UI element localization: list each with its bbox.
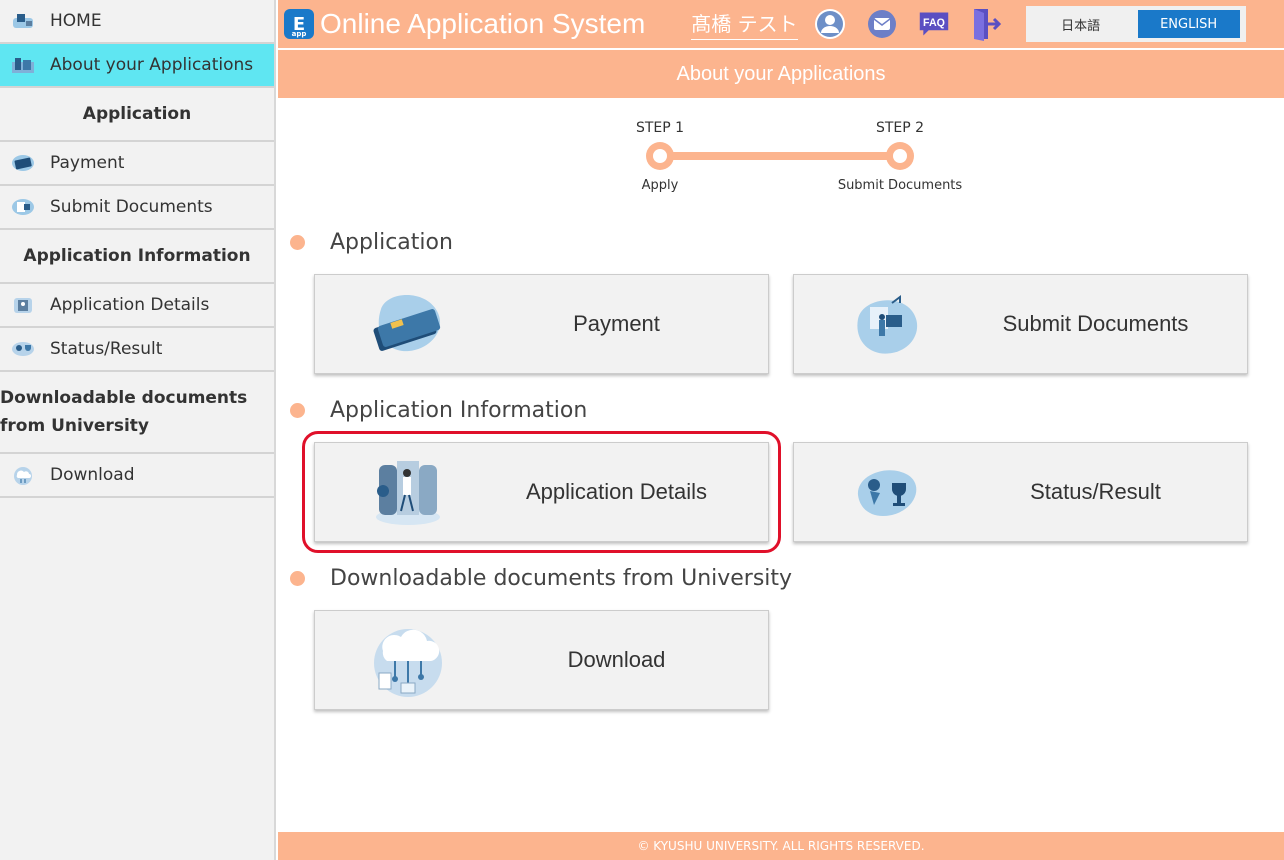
bullet-dot <box>290 235 305 250</box>
details-icon <box>371 457 445 527</box>
section-app-info: Application Information <box>290 398 587 423</box>
sidebar-item-label: Download <box>50 465 135 485</box>
card-label: Submit Documents <box>1002 311 1189 336</box>
credit-card-icon <box>371 289 445 359</box>
sidebar-section-app-info: Application Information <box>0 230 274 284</box>
top-header: E app Online Application System 髙橋 テスト F… <box>278 0 1284 48</box>
download-card[interactable]: Download <box>314 610 769 710</box>
sidebar-item-label: Payment <box>50 153 125 173</box>
step2-dot <box>886 142 914 170</box>
bullet-dot <box>290 403 305 418</box>
section-title: Downloadable documents from University <box>330 566 793 591</box>
sidebar-item-submit-documents[interactable]: Submit Documents <box>0 186 274 230</box>
sidebar-item-payment[interactable]: Payment <box>0 142 274 186</box>
card-label: Status/Result <box>1030 479 1161 504</box>
sidebar-item-about[interactable]: About your Applications <box>0 44 274 88</box>
status-result-card[interactable]: Status/Result <box>793 442 1248 542</box>
sidebar: HOME About your Applications Application… <box>0 0 276 860</box>
upload-documents-icon <box>850 289 924 359</box>
sidebar-item-download[interactable]: Download <box>0 454 274 498</box>
step2-title: STEP 2 <box>875 120 925 136</box>
step2-label: Submit Documents <box>837 178 963 193</box>
section-application: Application <box>290 230 453 255</box>
upload-documents-icon <box>10 197 36 217</box>
credit-card-icon <box>10 153 36 173</box>
lang-english-button[interactable]: ENGLISH <box>1137 10 1240 38</box>
faq-text: FAQ <box>923 17 945 29</box>
sidebar-item-status-result[interactable]: Status/Result <box>0 328 274 372</box>
sidebar-item-label: Application Details <box>50 295 210 315</box>
trophy-icon <box>10 339 36 359</box>
footer-copyright: © KYUSHU UNIVERSITY. ALL RIGHTS RESERVED… <box>278 832 1284 860</box>
step-indicator: STEP 1 STEP 2 Apply Submit Documents <box>620 118 980 198</box>
logo-sub: app <box>291 30 307 38</box>
step1-dot <box>646 142 674 170</box>
app-logo[interactable]: E app <box>284 9 314 39</box>
bullet-dot <box>290 571 305 586</box>
logout-icon[interactable] <box>970 8 1002 41</box>
card-label: Download <box>567 647 666 672</box>
cloud-download-icon <box>371 617 445 703</box>
sidebar-item-label: Status/Result <box>50 339 163 359</box>
section-title: Application <box>330 230 453 255</box>
submit-documents-card[interactable]: Submit Documents <box>793 274 1248 374</box>
page-title: About your Applications <box>278 50 1284 98</box>
dashboard-icon <box>10 55 36 75</box>
step1-label: Apply <box>641 178 679 193</box>
faq-icon[interactable]: FAQ <box>918 8 950 40</box>
sidebar-item-home[interactable]: HOME <box>0 0 274 44</box>
section-title: Application Information <box>330 398 588 423</box>
trophy-icon <box>850 457 924 527</box>
sidebar-item-application-details[interactable]: Application Details <box>0 284 274 328</box>
lang-japanese-button[interactable]: 日本語 <box>1030 10 1132 38</box>
user-name[interactable]: 髙橋 テスト <box>691 8 798 40</box>
payment-card[interactable]: Payment <box>314 274 769 374</box>
sidebar-item-label: About your Applications <box>50 55 254 75</box>
step1-title: STEP 1 <box>635 120 685 136</box>
card-label: Payment <box>573 311 660 336</box>
home-icon <box>10 11 36 31</box>
application-details-card[interactable]: Application Details <box>314 442 769 542</box>
mail-icon[interactable] <box>866 8 898 40</box>
sidebar-item-label: HOME <box>50 11 102 31</box>
card-label: Application Details <box>526 479 707 504</box>
section-downloadable: Downloadable documents from University <box>290 566 792 591</box>
sidebar-section-downloadable: Downloadable documents from University <box>0 372 274 454</box>
language-switch: 日本語 ENGLISH <box>1025 6 1246 42</box>
cloud-download-icon <box>10 465 36 485</box>
details-icon <box>10 295 36 315</box>
sidebar-section-application: Application <box>0 88 274 142</box>
app-title: Online Application System <box>320 8 646 39</box>
step-connector <box>660 152 900 160</box>
profile-icon[interactable] <box>814 8 846 40</box>
sidebar-item-label: Submit Documents <box>50 197 213 217</box>
